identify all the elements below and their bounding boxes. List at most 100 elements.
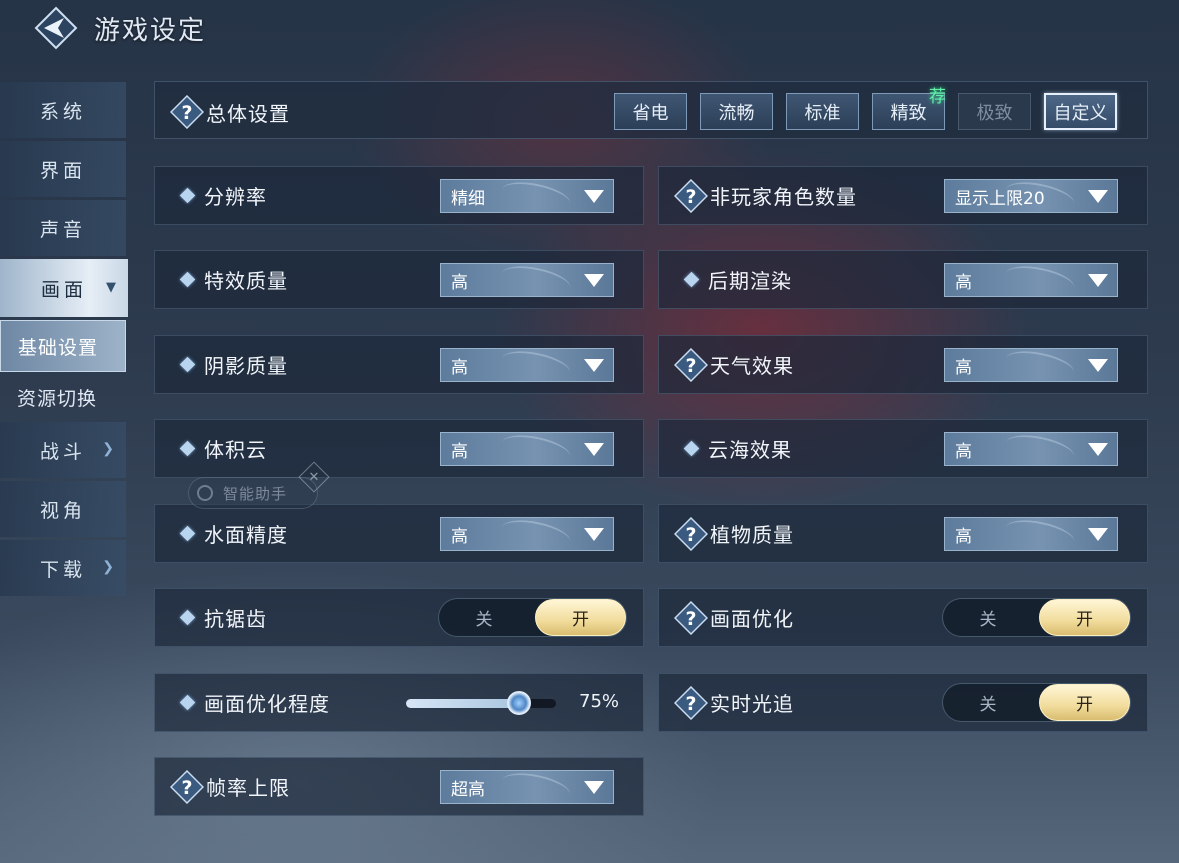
chevron-right-icon: ❯ bbox=[102, 559, 118, 575]
setting-label: 阴影质量 bbox=[204, 354, 288, 378]
toggle-on-option[interactable]: 开 bbox=[535, 599, 626, 636]
help-icon[interactable]: ? bbox=[674, 347, 708, 382]
sidebar-subitem-basic-settings[interactable]: 基础设置 bbox=[0, 320, 126, 372]
fps-limit-dropdown[interactable]: 超高 bbox=[440, 770, 614, 804]
sidebar-item-graphics[interactable]: 画面 ▼ bbox=[0, 259, 128, 317]
setting-row-water-precision: 水面精度 高 bbox=[154, 504, 644, 563]
assistant-icon bbox=[197, 485, 213, 501]
sidebar-item-label: 系统 bbox=[39, 100, 86, 123]
help-icon[interactable]: ? bbox=[674, 516, 708, 551]
slider-fill bbox=[406, 699, 519, 708]
sidebar-subitem-label: 资源切换 bbox=[17, 387, 98, 410]
diamond-bullet-icon bbox=[179, 609, 196, 626]
dropdown-value: 高 bbox=[451, 272, 468, 293]
sidebar-item-system[interactable]: 系统 bbox=[0, 82, 126, 138]
setting-label-group: ? 植物质量 bbox=[674, 505, 794, 562]
preset-label: 省电 bbox=[632, 102, 669, 124]
help-icon[interactable]: ? bbox=[170, 769, 204, 804]
dropdown-decoration bbox=[499, 518, 573, 550]
sidebar-item-interface[interactable]: 界面 bbox=[0, 141, 126, 197]
sidebar: 系统 界面 声音 画面 ▼ 基础设置 资源切换 战斗 ❯ 视角 下载 ❯ bbox=[0, 82, 128, 599]
volumetric-cloud-dropdown[interactable]: 高 bbox=[440, 432, 614, 466]
overall-settings-bar: ? 总体设置 省电 流畅 标准 精致 荐 极致 自定义 bbox=[154, 81, 1148, 139]
setting-row-image-optimization-level: 画面优化程度 75% bbox=[154, 673, 644, 732]
help-icon[interactable]: ? bbox=[170, 95, 204, 129]
sidebar-subitem-resource-switch[interactable]: 资源切换 bbox=[0, 372, 126, 422]
sidebar-item-label: 视角 bbox=[39, 499, 86, 522]
diamond-bullet-icon bbox=[179, 356, 196, 373]
sidebar-item-download[interactable]: 下载 ❯ bbox=[0, 540, 126, 596]
dropdown-value: 高 bbox=[955, 526, 972, 547]
preset-fine-button[interactable]: 精致 荐 bbox=[872, 87, 946, 130]
preset-power-saving-button[interactable]: 省电 bbox=[614, 93, 687, 130]
toggle-off-option[interactable]: 关 bbox=[439, 599, 529, 636]
preset-custom-button[interactable]: 自定义 bbox=[1044, 93, 1117, 130]
dropdown-arrow-icon bbox=[584, 359, 604, 372]
shadow-quality-dropdown[interactable]: 高 bbox=[440, 348, 614, 382]
setting-label: 云海效果 bbox=[708, 438, 792, 462]
sidebar-item-combat[interactable]: 战斗 ❯ bbox=[0, 422, 126, 478]
setting-label: 分辨率 bbox=[204, 185, 267, 209]
diamond-bullet-icon bbox=[179, 440, 196, 457]
toggle-off-option[interactable]: 关 bbox=[943, 684, 1033, 721]
diamond-bullet-icon bbox=[179, 525, 196, 542]
dropdown-value: 高 bbox=[955, 441, 972, 462]
sidebar-item-label: 界面 bbox=[39, 159, 86, 182]
post-render-dropdown[interactable]: 高 bbox=[944, 263, 1118, 297]
dropdown-arrow-icon bbox=[1088, 359, 1108, 372]
diamond-bullet-icon bbox=[179, 694, 196, 711]
resolution-dropdown[interactable]: 精细 bbox=[440, 179, 614, 213]
antialias-toggle[interactable]: 关 开 bbox=[438, 598, 627, 637]
slider-thumb[interactable] bbox=[506, 691, 531, 715]
realtime-raytracing-toggle[interactable]: 关 开 bbox=[942, 683, 1131, 722]
setting-label: 体积云 bbox=[204, 438, 267, 462]
preset-label: 精致 bbox=[890, 102, 927, 124]
toggle-on-option[interactable]: 开 bbox=[1039, 684, 1130, 721]
sidebar-item-camera[interactable]: 视角 bbox=[0, 481, 126, 537]
plant-quality-dropdown[interactable]: 高 bbox=[944, 517, 1118, 551]
setting-label-group: ? 画面优化 bbox=[674, 589, 794, 646]
toggle-on-option[interactable]: 开 bbox=[1039, 599, 1130, 636]
dropdown-arrow-icon bbox=[584, 781, 604, 794]
setting-row-antialias: 抗锯齿 关 开 bbox=[154, 588, 644, 647]
setting-row-image-optimization: ? 画面优化 关 开 bbox=[658, 588, 1148, 647]
back-button[interactable] bbox=[34, 6, 78, 50]
preset-label: 标准 bbox=[804, 102, 841, 124]
svg-text:?: ? bbox=[685, 693, 696, 715]
image-optimization-toggle[interactable]: 关 开 bbox=[942, 598, 1131, 637]
help-icon[interactable]: ? bbox=[674, 685, 708, 720]
overall-label-group: ? 总体设置 bbox=[170, 95, 290, 129]
water-precision-dropdown[interactable]: 高 bbox=[440, 517, 614, 551]
image-optimization-slider[interactable] bbox=[406, 691, 556, 715]
preset-ultimate-button[interactable]: 极致 bbox=[958, 93, 1031, 130]
toggle-off-option[interactable]: 关 bbox=[943, 599, 1033, 636]
svg-text:?: ? bbox=[181, 102, 192, 124]
sidebar-item-sound[interactable]: 声音 bbox=[0, 200, 126, 256]
setting-row-plant-quality: ? 植物质量 高 bbox=[658, 504, 1148, 563]
setting-label: 后期渲染 bbox=[708, 269, 792, 293]
smart-assistant-button[interactable]: 智能助手 ✕ bbox=[188, 461, 330, 509]
setting-row-realtime-raytracing: ? 实时光追 关 开 bbox=[658, 673, 1148, 732]
cloud-sea-dropdown[interactable]: 高 bbox=[944, 432, 1118, 466]
help-icon[interactable]: ? bbox=[674, 178, 708, 213]
dropdown-value: 高 bbox=[955, 357, 972, 378]
setting-label-group: 体积云 bbox=[171, 420, 267, 477]
slider-value: 75% bbox=[579, 691, 620, 712]
dropdown-arrow-icon bbox=[1088, 190, 1108, 203]
sidebar-item-label: 声音 bbox=[39, 218, 86, 241]
npc-count-dropdown[interactable]: 显示上限20 bbox=[944, 179, 1118, 213]
weather-dropdown[interactable]: 高 bbox=[944, 348, 1118, 382]
preset-smooth-button[interactable]: 流畅 bbox=[700, 93, 773, 130]
setting-label-group: ? 帧率上限 bbox=[170, 758, 290, 815]
setting-row-post-render: 后期渲染 高 bbox=[658, 250, 1148, 309]
page-title: 游戏设定 bbox=[94, 16, 207, 46]
effects-quality-dropdown[interactable]: 高 bbox=[440, 263, 614, 297]
setting-label-group: 画面优化程度 bbox=[171, 674, 330, 731]
svg-text:?: ? bbox=[181, 777, 192, 799]
help-icon[interactable]: ? bbox=[674, 600, 708, 635]
dropdown-arrow-icon bbox=[584, 190, 604, 203]
sidebar-item-label: 战斗 bbox=[39, 440, 86, 463]
preset-standard-button[interactable]: 标准 bbox=[786, 93, 859, 130]
diamond-bullet-icon bbox=[179, 187, 196, 204]
diamond-bullet-icon bbox=[683, 440, 700, 457]
